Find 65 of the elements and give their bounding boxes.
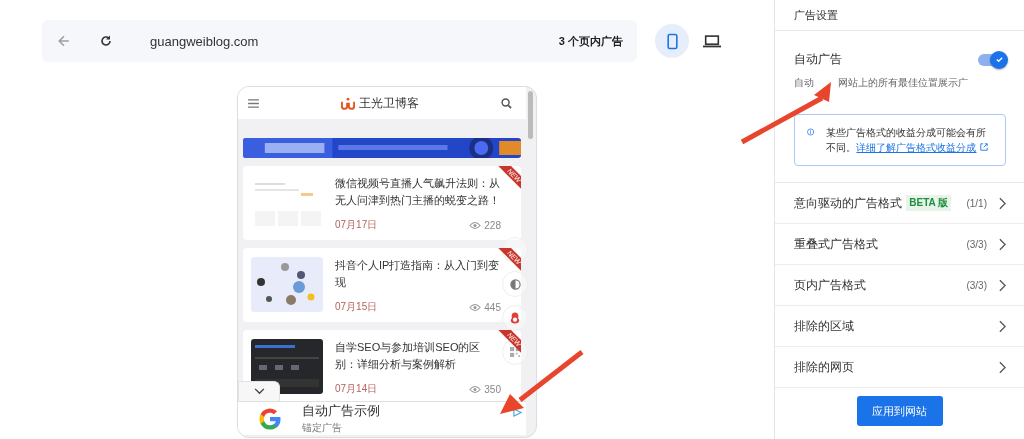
article-date: 07月15日 [335, 300, 378, 314]
anchor-ad[interactable]: 自动广告示例 锚定广告 [238, 401, 526, 435]
settings-row[interactable]: 意向驱动的广告格式 BETA 版 (1/1) [775, 183, 1024, 224]
row-label: 意向驱动的广告格式 [794, 194, 903, 212]
menu-icon[interactable] [248, 98, 259, 108]
eye-icon [469, 302, 482, 312]
panel-heading: 广告设置 [794, 7, 839, 23]
qr-code-icon [510, 347, 520, 357]
apply-button[interactable]: 应用到网站 [856, 396, 943, 426]
settings-row[interactable]: 重叠式广告格式 (3/3) [775, 224, 1024, 265]
contrast-button[interactable] [502, 271, 528, 297]
article-date: 07月17日 [335, 218, 378, 232]
learn-more-link[interactable]: 详细了解广告格式收益分成 [856, 142, 989, 153]
auto-ads-toggle[interactable] [978, 53, 1006, 66]
row-count: (3/3) [966, 279, 987, 291]
eye-icon [469, 384, 482, 394]
scrollbar[interactable] [528, 91, 533, 139]
contrast-icon [509, 278, 521, 290]
auto-ads-label: 自动广告 [794, 51, 843, 68]
view-count: 350 [484, 383, 501, 395]
row-label: 重叠式广告格式 [794, 235, 879, 253]
view-count: 445 [484, 301, 501, 313]
settings-row[interactable]: 排除的网页 [775, 347, 1024, 388]
row-count: (3/3) [966, 238, 987, 250]
ad-choices-icon[interactable] [513, 408, 522, 417]
row-label: 排除的区域 [794, 317, 855, 335]
article-title[interactable]: 抖音个人IP打造指南：从入门到变现 [335, 257, 501, 291]
settings-row[interactable]: 页内广告格式 (3/3) [775, 265, 1024, 306]
auto-ads-description: 自动 [794, 76, 815, 90]
reload-icon[interactable] [98, 33, 114, 49]
ad-title: 自动广告示例 [302, 402, 380, 420]
chevron-down-icon [253, 388, 265, 395]
info-icon [807, 125, 815, 139]
chevron-right-icon [999, 360, 1006, 374]
ad-count: 3 个页内广告 [558, 33, 623, 49]
chevron-right-icon [999, 196, 1006, 210]
row-label: 排除的网页 [794, 358, 855, 376]
chevron-right-icon [999, 319, 1006, 333]
row-label: 页内广告格式 [794, 276, 867, 294]
phone-icon [666, 32, 678, 50]
eye-icon [469, 220, 482, 230]
search-icon[interactable] [501, 97, 512, 109]
beta-badge: BETA 版 [906, 195, 952, 211]
settings-row[interactable]: 排除的区域 [775, 306, 1024, 347]
site-title: 王光卫博客 [359, 94, 419, 112]
back-icon[interactable] [56, 33, 72, 49]
article-date: 07月14日 [335, 382, 378, 396]
ad-subtitle: 锚定广告 [302, 421, 343, 435]
phone-view-button[interactable] [655, 24, 689, 58]
article-title[interactable]: 微信视频号直播人气飙升法则：从无人问津到热门主播的蜕变之路！ [335, 175, 501, 209]
external-link-icon [980, 143, 989, 151]
check-icon [994, 55, 1004, 64]
logo-icon [341, 96, 355, 110]
collapse-button[interactable] [238, 381, 280, 401]
float-button[interactable] [502, 237, 528, 263]
chevron-right-icon [999, 237, 1006, 251]
info-text: 某些广告格式的收益分成可能会有所不同。详细了解广告格式收益分成 [826, 126, 990, 155]
chevron-right-icon [999, 278, 1006, 292]
penguin-button[interactable] [502, 305, 528, 331]
row-count: (1/1) [966, 197, 987, 209]
url-text: guangweiblog.com [150, 33, 259, 49]
view-count: 228 [484, 219, 501, 231]
auto-ads-description: 网站上的所有最佳位置展示广 [838, 76, 969, 90]
laptop-icon [703, 34, 721, 48]
penguin-icon [510, 312, 520, 324]
